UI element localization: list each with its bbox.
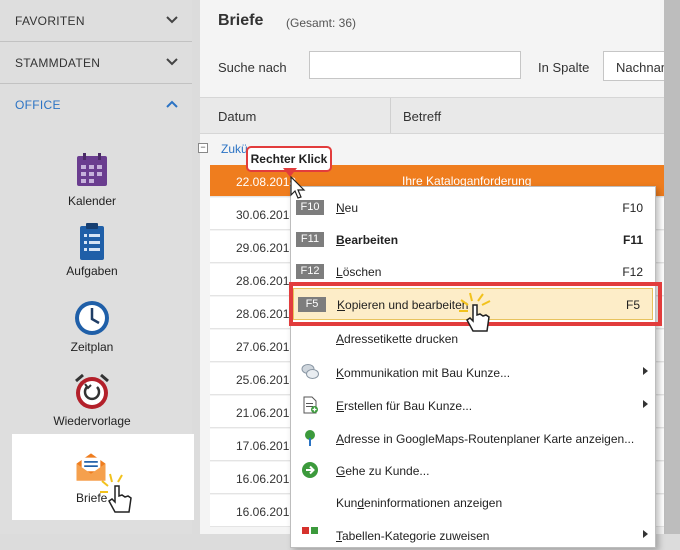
chevron-down-icon xyxy=(166,58,178,66)
app-label: Aufgaben xyxy=(66,264,118,278)
row-date: 21.06.2018 xyxy=(236,406,297,420)
nav-section-label: STAMMDATEN xyxy=(15,55,101,70)
new-document-icon xyxy=(303,396,318,414)
column-divider xyxy=(390,98,391,133)
app-label: Zeitplan xyxy=(70,340,114,354)
shortcut-key-badge: F10 xyxy=(296,200,324,215)
app-briefe[interactable]: Briefe xyxy=(12,434,194,520)
menu-item-label: Gehe zu Kunde... xyxy=(336,464,430,478)
map-pin-icon xyxy=(305,430,315,446)
chat-bubbles-icon xyxy=(301,364,319,379)
shortcut-key-badge: F12 xyxy=(296,264,324,279)
menu-item-erstellen[interactable]: Erstellen für Bau Kunze... xyxy=(291,388,655,420)
menu-item-googlemaps[interactable]: Adresse in GoogleMaps-Routenplaner Karte… xyxy=(291,421,655,453)
menu-item-label: Adressetikette drucken xyxy=(336,332,459,346)
row-date: 28.06.2018 xyxy=(236,307,297,321)
app-label: Kalender xyxy=(67,194,117,208)
nav-section-office[interactable]: OFFICE xyxy=(0,84,192,125)
submenu-arrow-icon xyxy=(643,400,648,408)
chevron-up-icon xyxy=(166,100,178,108)
row-date: 27.06.2018 xyxy=(236,340,297,354)
menu-item-gehe-zu-kunde[interactable]: Gehe zu Kunde... xyxy=(291,453,655,485)
column-header-betreff[interactable]: Betreff xyxy=(403,109,441,124)
arrow-right-circle-icon xyxy=(302,462,318,478)
window-edge xyxy=(664,0,680,534)
group-label[interactable]: Zukü xyxy=(221,142,248,156)
shortcut-key-badge: F11 xyxy=(296,232,324,247)
collapse-toggle[interactable]: − xyxy=(198,143,208,153)
nav-section-label: FAVORITEN xyxy=(15,13,85,28)
table-header: Datum Betreff xyxy=(200,97,665,134)
menu-item-neu[interactable]: F10 Neu F10 xyxy=(291,190,655,222)
menu-item-label: Löschen xyxy=(336,265,382,279)
submenu-arrow-icon xyxy=(643,530,648,538)
row-date: 22.08.2018 xyxy=(236,175,297,189)
app-kalender[interactable]: Kalender xyxy=(0,152,192,224)
menu-item-tabellen-kategorie[interactable]: Tabellen-Kategorie zuweisen xyxy=(291,518,655,550)
context-menu: F10 Neu F10 F11 Bearbeiten F11 F12 Lösch… xyxy=(290,186,656,548)
row-date: 30.06.2018 xyxy=(236,208,297,222)
click-hand-cursor-icon xyxy=(459,292,491,332)
search-label: Suche nach xyxy=(218,60,287,75)
row-date: 16.06.2018 xyxy=(236,505,297,519)
category-colors-icon xyxy=(302,527,318,534)
app-zeitplan[interactable]: Zeitplan xyxy=(0,298,192,370)
menu-item-bearbeiten[interactable]: F11 Bearbeiten F11 xyxy=(291,222,655,254)
clock-icon xyxy=(75,301,109,335)
record-count: (Gesamt: 36) xyxy=(286,16,357,30)
chevron-down-icon xyxy=(166,16,178,24)
menu-shortcut: F11 xyxy=(622,233,643,247)
menu-item-label: Adresse in GoogleMaps-Routenplaner Karte… xyxy=(336,432,635,446)
row-date: 16.06.2018 xyxy=(236,472,297,486)
row-date: 29.06.2018 xyxy=(236,241,297,255)
app-label: Wiedervorlage xyxy=(53,414,131,428)
app-aufgaben[interactable]: Aufgaben xyxy=(0,222,192,294)
row-date: 17.06.2018 xyxy=(236,439,297,453)
arrow-cursor-icon xyxy=(290,176,306,199)
click-hand-cursor-icon xyxy=(100,473,132,513)
column-header-datum[interactable]: Datum xyxy=(218,109,256,124)
menu-item-label: Erstellen für Bau Kunze... xyxy=(336,399,473,413)
menu-shortcut: F12 xyxy=(622,265,643,279)
menu-item-label: Kundeninformationen anzeigen xyxy=(336,496,503,510)
menu-item-label: Neu xyxy=(336,201,359,215)
menu-item-kundeninformationen[interactable]: Kundeninformationen anzeigen xyxy=(291,485,655,517)
calendar-icon xyxy=(77,153,107,186)
menu-item-label: Bearbeiten xyxy=(336,233,399,247)
callout-pointer xyxy=(283,168,297,177)
menu-item-kommunikation[interactable]: Kommunikation mit Bau Kunze... xyxy=(291,355,655,387)
nav-section-favoriten[interactable]: FAVORITEN xyxy=(0,0,192,42)
alarm-clock-icon xyxy=(75,373,109,409)
nav-section-stammdaten[interactable]: STAMMDATEN xyxy=(0,42,192,84)
nav-section-label: OFFICE xyxy=(15,97,61,112)
row-date: 25.06.2018 xyxy=(236,373,297,387)
menu-shortcut: F10 xyxy=(622,201,643,215)
page-title: Briefe xyxy=(218,12,264,29)
clipboard-list-icon xyxy=(80,223,104,260)
search-input[interactable] xyxy=(309,51,521,79)
row-date: 28.06.2018 xyxy=(236,274,297,288)
menu-item-label: Kommunikation mit Bau Kunze... xyxy=(336,366,511,380)
submenu-arrow-icon xyxy=(643,367,648,375)
column-label: In Spalte xyxy=(538,60,590,75)
menu-item-label: Tabellen-Kategorie zuweisen xyxy=(336,529,490,543)
